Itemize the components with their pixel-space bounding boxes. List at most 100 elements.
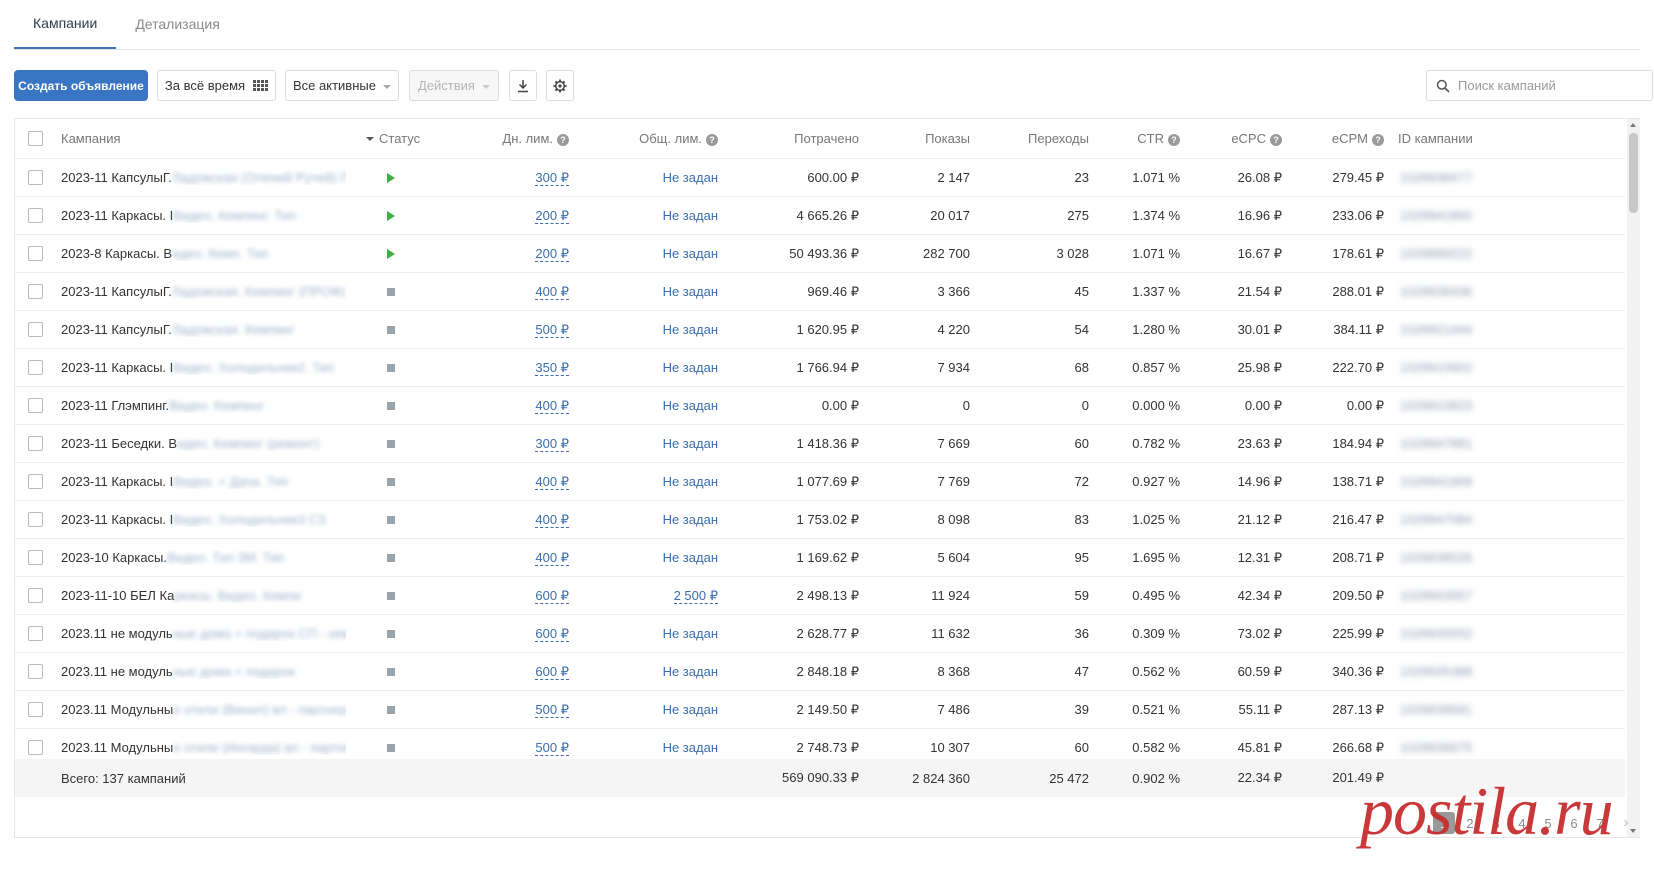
campaign-name[interactable]: 2023-11 Глэмпинг.Видео. Кемпинг <box>61 398 346 413</box>
create-ad-button[interactable]: Создать объявление <box>14 70 148 101</box>
scroll-up-icon[interactable] <box>1630 123 1636 127</box>
daily-limit[interactable]: 600 ₽ <box>485 587 569 604</box>
row-checkbox[interactable] <box>28 550 43 565</box>
campaign-name[interactable]: 2023-11 Каркасы. IВидео. + Дача. Тип <box>61 474 346 489</box>
stop-icon[interactable] <box>387 400 395 412</box>
scroll-thumb[interactable] <box>1629 133 1638 213</box>
total-limit[interactable]: Не задан <box>615 512 718 527</box>
col-ecpc[interactable]: eCPC? <box>1195 131 1282 146</box>
row-checkbox[interactable] <box>28 512 43 527</box>
daily-limit[interactable]: 400 ₽ <box>485 473 569 490</box>
help-icon[interactable]: ? <box>706 134 718 146</box>
daily-limit[interactable]: 400 ₽ <box>485 397 569 414</box>
stop-icon[interactable] <box>387 324 395 336</box>
campaign-name[interactable]: 2023.11 Модульные отели (Винил) вл - пар… <box>61 702 346 717</box>
row-checkbox[interactable] <box>28 360 43 375</box>
campaign-name[interactable]: 2023.11 не модульные дома + подарок <box>61 664 346 679</box>
table-row[interactable]: 2023.11 Модульные отели (Винил) вл - пар… <box>15 691 1625 729</box>
total-limit[interactable]: Не задан <box>615 398 718 413</box>
play-icon[interactable] <box>387 172 395 184</box>
campaign-name[interactable]: 2023-11 Каркасы. IВидео. Холодильник3 СЗ <box>61 512 346 527</box>
campaign-name[interactable]: 2023-11-10 БЕЛ Каркасы. Видео. Кемпи <box>61 588 346 603</box>
daily-limit[interactable]: 400 ₽ <box>485 549 569 566</box>
daily-limit[interactable]: 200 ₽ <box>485 207 569 224</box>
campaign-name[interactable]: 2023.11 не модульные дома + подарок СП -… <box>61 626 346 641</box>
stop-icon[interactable] <box>387 666 395 678</box>
total-limit[interactable]: Не задан <box>615 246 718 261</box>
table-row[interactable]: 2023-11-10 БЕЛ Каркасы. Видео. Кемпи 600… <box>15 577 1625 615</box>
tab-details[interactable]: Детализация <box>116 0 238 49</box>
table-row[interactable]: 2023-11 КапсулыГ.Ладожская (Олений Ручей… <box>15 159 1625 197</box>
total-limit[interactable]: Не задан <box>615 474 718 489</box>
tab-campaigns[interactable]: Кампании <box>14 0 117 49</box>
campaign-name[interactable]: 2023-11 КапсулыГ.Ладожская (Олений Ручей… <box>61 170 346 185</box>
table-row[interactable]: 2023-11 Беседки. Видео. Кемпинг (ремонт)… <box>15 425 1625 463</box>
daily-limit[interactable]: 500 ₽ <box>485 701 569 718</box>
table-row[interactable]: 2023-11 Каркасы. IВидео. Холодильник3 СЗ… <box>15 501 1625 539</box>
col-clicks[interactable]: Переходы <box>990 131 1089 146</box>
daily-limit[interactable]: 600 ₽ <box>485 625 569 642</box>
stop-icon[interactable] <box>387 438 395 450</box>
period-dropdown[interactable]: За всё время <box>157 70 276 101</box>
search-input[interactable] <box>1458 78 1638 93</box>
table-row[interactable]: 2023.11 не модульные дома + подарок СП -… <box>15 615 1625 653</box>
daily-limit[interactable]: 400 ₽ <box>485 283 569 300</box>
table-row[interactable]: 2023-8 Каркасы. Видео. Кемп. Тип 200 ₽ Н… <box>15 235 1625 273</box>
help-icon[interactable]: ? <box>1372 134 1384 146</box>
table-row[interactable]: 2023-10 Каркасы.Видео. Тип 3М. Тип 400 ₽… <box>15 539 1625 577</box>
row-checkbox[interactable] <box>28 702 43 717</box>
campaign-name[interactable]: 2023-10 Каркасы.Видео. Тип 3М. Тип <box>61 550 346 565</box>
row-checkbox[interactable] <box>28 208 43 223</box>
daily-limit[interactable]: 350 ₽ <box>485 359 569 376</box>
row-checkbox[interactable] <box>28 626 43 641</box>
stop-icon[interactable] <box>387 704 395 716</box>
campaign-name[interactable]: 2023-8 Каркасы. Видео. Кемп. Тип <box>61 246 346 261</box>
col-campaign-id[interactable]: ID кампании <box>1398 131 1473 146</box>
row-checkbox[interactable] <box>28 664 43 679</box>
row-checkbox[interactable] <box>28 588 43 603</box>
daily-limit[interactable]: 300 ₽ <box>485 435 569 452</box>
stop-icon[interactable] <box>387 590 395 602</box>
search-box[interactable] <box>1426 70 1653 101</box>
vertical-scrollbar[interactable] <box>1627 119 1640 837</box>
total-limit[interactable]: Не задан <box>615 436 718 451</box>
col-spent[interactable]: Потрачено <box>755 131 859 146</box>
stop-icon[interactable] <box>387 514 395 526</box>
daily-limit[interactable]: 200 ₽ <box>485 245 569 262</box>
daily-limit[interactable]: 300 ₽ <box>485 169 569 186</box>
table-row[interactable]: 2023-11 Каркасы. IВидео. + Дача. Тип 400… <box>15 463 1625 501</box>
status-filter-dropdown[interactable]: Все активные <box>285 70 399 101</box>
total-limit[interactable]: Не задан <box>615 208 718 223</box>
row-checkbox[interactable] <box>28 246 43 261</box>
total-limit[interactable]: Не задан <box>615 170 718 185</box>
row-checkbox[interactable] <box>28 322 43 337</box>
total-limit[interactable]: Не задан <box>615 550 718 565</box>
table-row[interactable]: 2023-11 КапсулыГ.Ладожская. Кемпинг (ПРО… <box>15 273 1625 311</box>
daily-limit[interactable]: 500 ₽ <box>485 321 569 338</box>
total-limit[interactable]: Не задан <box>615 740 718 755</box>
daily-limit[interactable]: 400 ₽ <box>485 511 569 528</box>
table-row[interactable]: 2023-11 Каркасы. IВидео. Кемпинг. Тип 20… <box>15 197 1625 235</box>
actions-dropdown[interactable]: Действия <box>409 70 499 101</box>
stop-icon[interactable] <box>387 552 395 564</box>
stop-icon[interactable] <box>387 286 395 298</box>
total-limit[interactable]: Не задан <box>615 322 718 337</box>
total-limit[interactable]: Не задан <box>615 702 718 717</box>
total-limit[interactable]: Не задан <box>615 284 718 299</box>
stop-icon[interactable] <box>387 742 395 754</box>
daily-limit[interactable]: 500 ₽ <box>485 739 569 756</box>
select-all-checkbox[interactable] <box>28 131 43 146</box>
settings-button[interactable] <box>546 70 574 101</box>
daily-limit[interactable]: 600 ₽ <box>485 663 569 680</box>
total-limit[interactable]: 2 500 ₽ <box>615 587 718 604</box>
campaign-name[interactable]: 2023.11 Модульные отели (Ингарда) вл - п… <box>61 740 346 755</box>
row-checkbox[interactable] <box>28 284 43 299</box>
play-icon[interactable] <box>387 248 395 260</box>
col-total-limit[interactable]: Общ. лим.? <box>615 131 718 146</box>
row-checkbox[interactable] <box>28 740 43 755</box>
campaign-name[interactable]: 2023-11 КапсулыГ.Ладожская. Кемпинг <box>61 322 346 337</box>
col-ecpm[interactable]: eCPM? <box>1295 131 1384 146</box>
row-checkbox[interactable] <box>28 474 43 489</box>
stop-icon[interactable] <box>387 476 395 488</box>
row-checkbox[interactable] <box>28 398 43 413</box>
